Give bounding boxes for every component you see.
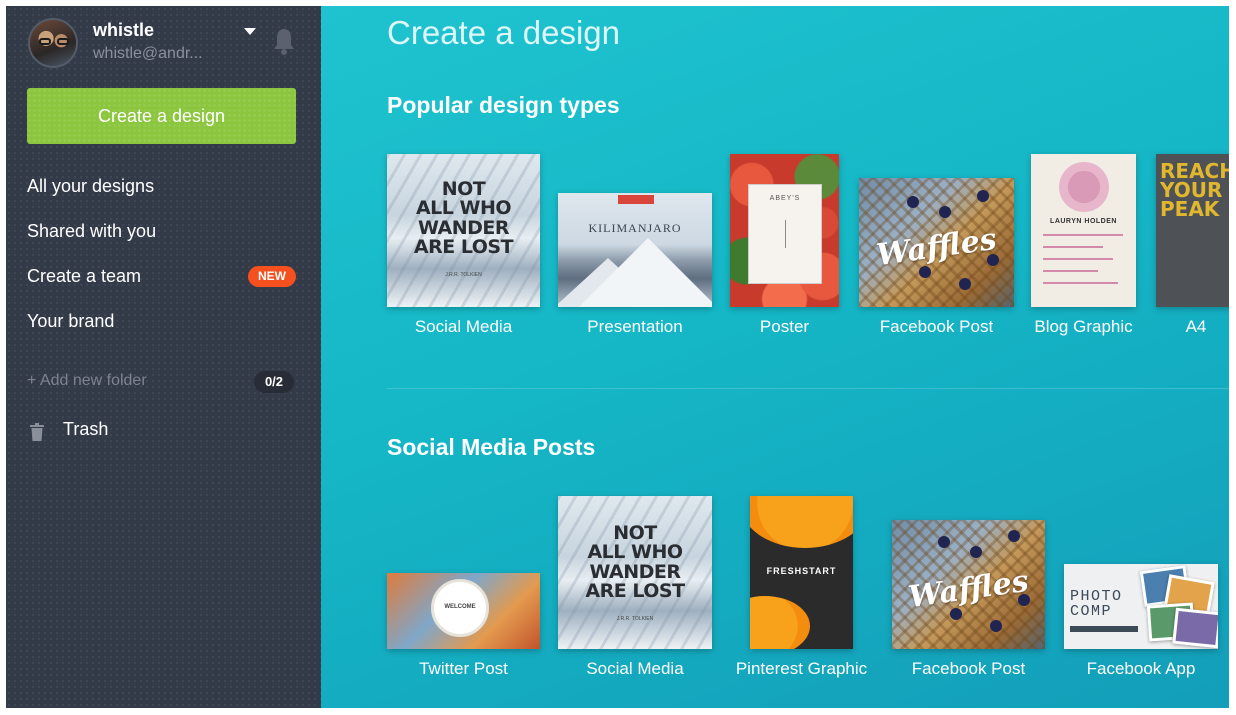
sidebar: whistle whistle@andr... Create a design … [6, 6, 321, 708]
account-dropdown-icon[interactable] [244, 28, 256, 35]
user-name: whistle [93, 20, 155, 40]
thumbnail-image: WELCOME [387, 573, 540, 649]
new-badge: NEW [248, 266, 296, 287]
add-folder-link[interactable]: + Add new folder [27, 372, 147, 390]
main-content: Create a design Popular design types NOT… [321, 6, 1229, 708]
avatar[interactable] [28, 18, 78, 68]
thumbnail-image: NOT ALL WHO WANDER ARE LOST J.R.R. TOLKIEN [558, 496, 712, 649]
card-label: Pinterest Graphic [735, 659, 868, 678]
thumbnail-image: Waffles [892, 520, 1045, 649]
section-divider [387, 388, 1229, 389]
user-email: whistle@andr... [93, 45, 203, 62]
thumbnail-image: ABEY'S [730, 154, 839, 307]
thumbnail-image: REACH YOUR PEAK [1156, 154, 1229, 307]
card-label: Presentation [587, 317, 683, 336]
thumbnail-image: NOT ALL WHO WANDER ARE LOST J.R.R. TOLKIEN [387, 154, 540, 307]
create-design-button[interactable]: Create a design [27, 88, 296, 144]
sidebar-nav: All your designs Shared with you Create … [27, 172, 307, 352]
thumbnail-image: KILIMANJARO [558, 193, 712, 307]
card-label: Twitter Post [419, 659, 508, 678]
trash-icon [30, 423, 44, 441]
thumbnail-image: Waffles [859, 178, 1014, 307]
folder-count-badge: 0/2 [254, 371, 294, 393]
sidebar-item-label: Create a team [27, 266, 142, 286]
card-label: Social Media [586, 659, 684, 678]
sidebar-item-label: Trash [63, 419, 109, 439]
card-label: Facebook Post [911, 659, 1026, 678]
card-label: Social Media [414, 317, 513, 336]
sidebar-item-your-brand[interactable]: Your brand [27, 307, 307, 352]
card-label: Blog Graphic [1034, 317, 1133, 336]
sidebar-item-label: Shared with you [27, 221, 157, 241]
thumbnail-image: PHOTO COMP [1064, 564, 1218, 649]
sidebar-item-label: All your designs [27, 176, 155, 196]
app-window: whistle whistle@andr... Create a design … [6, 6, 1229, 708]
section-title-popular: Popular design types [387, 92, 620, 118]
card-label: Facebook App [1086, 659, 1196, 678]
thumbnail-image: LAURYN HOLDEN [1031, 154, 1136, 307]
card-label: A4 [1185, 317, 1207, 336]
user-account[interactable]: whistle whistle@andr... [26, 18, 306, 74]
section-title-social: Social Media Posts [387, 434, 596, 460]
sidebar-item-all-designs[interactable]: All your designs [27, 172, 307, 217]
sidebar-item-create-team[interactable]: Create a team NEW [27, 262, 307, 307]
page-title: Create a design [387, 14, 620, 51]
card-label: Poster [759, 317, 810, 336]
sidebar-item-shared[interactable]: Shared with you [27, 217, 307, 262]
thumbnail-image: FRESHSTART [750, 496, 853, 649]
card-label: Facebook Post [879, 317, 994, 336]
notification-bell-icon[interactable] [271, 26, 297, 56]
sidebar-item-label: Your brand [27, 311, 115, 331]
